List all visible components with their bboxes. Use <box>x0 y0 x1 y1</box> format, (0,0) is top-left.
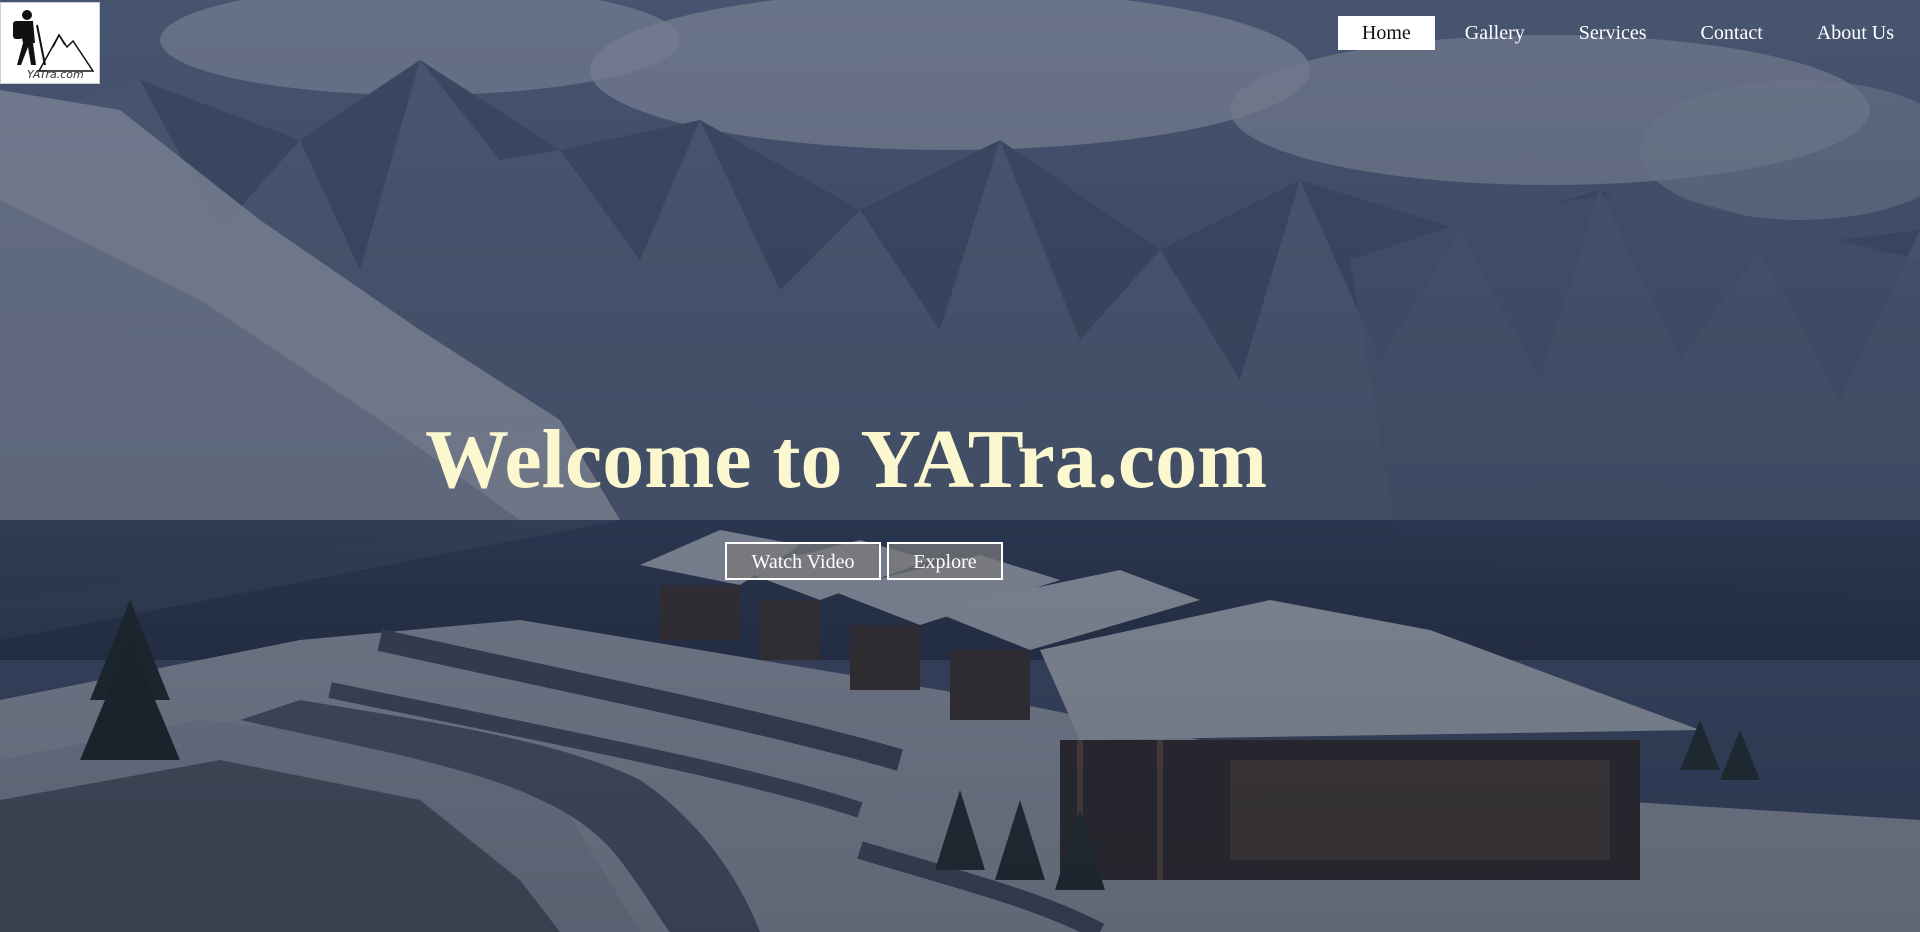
hero-section: YATra.com Home Gallery Services Contact … <box>0 0 1920 932</box>
logo-text: YATra.com <box>27 68 84 81</box>
nav-item-gallery[interactable]: Gallery <box>1441 16 1549 50</box>
watch-video-button[interactable]: Watch Video <box>725 542 881 580</box>
main-nav: Home Gallery Services Contact About Us <box>1337 16 1920 50</box>
hero-headline: Welcome to YATra.com <box>425 413 1268 506</box>
nav-item-contact[interactable]: Contact <box>1677 16 1787 50</box>
nav-item-home[interactable]: Home <box>1337 16 1435 50</box>
nav-item-about-us[interactable]: About Us <box>1793 16 1920 50</box>
explore-button[interactable]: Explore <box>887 542 1003 580</box>
nav-item-services[interactable]: Services <box>1555 16 1671 50</box>
site-logo[interactable]: YATra.com <box>0 2 100 84</box>
